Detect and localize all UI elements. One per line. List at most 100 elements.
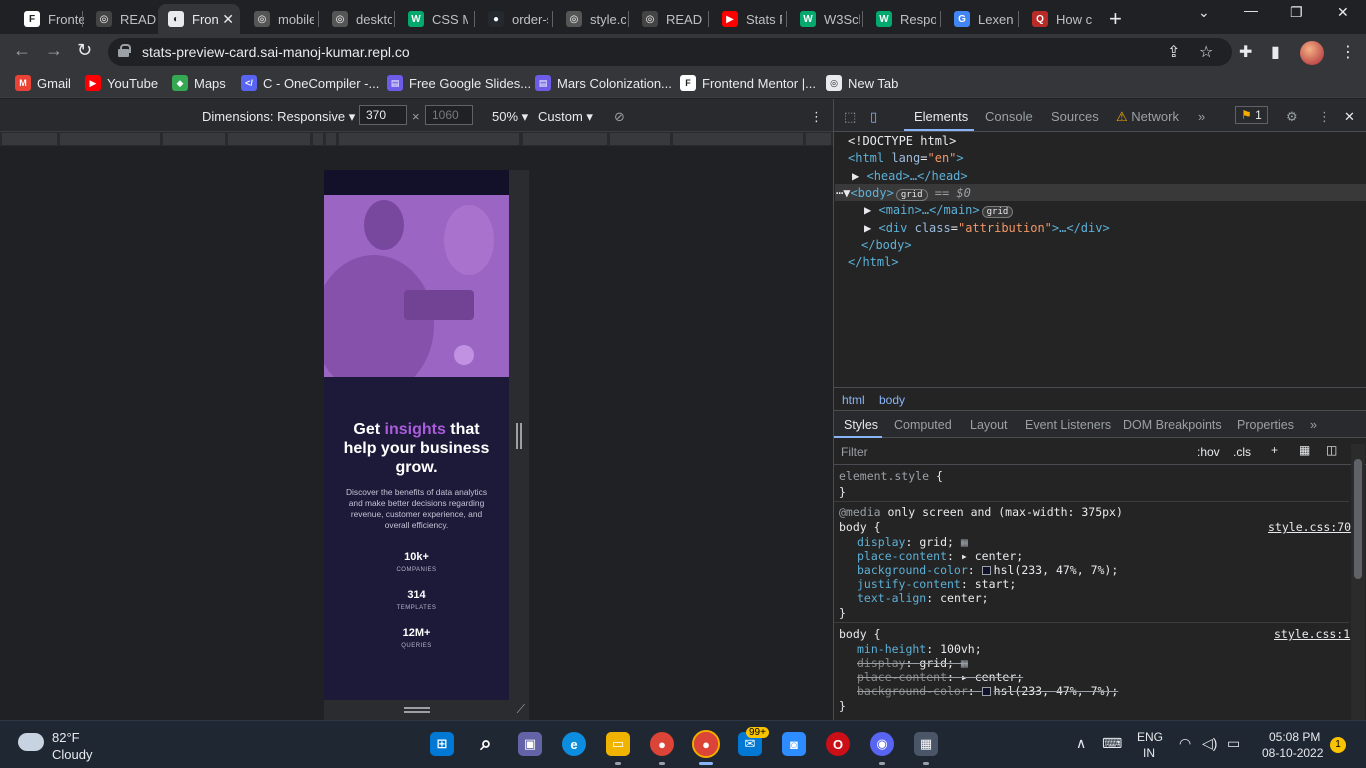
grid-editor-icon[interactable]: ▦: [954, 535, 968, 549]
css-declaration[interactable]: place-content: ▸ center;: [857, 670, 1023, 684]
resize-handle-bottom[interactable]: ⟋: [324, 700, 529, 720]
body-selector[interactable]: body {: [839, 520, 881, 534]
css-declaration[interactable]: place-content: ▸ center;: [857, 549, 1023, 563]
tab-styles[interactable]: Styles: [844, 418, 878, 432]
style-source-link[interactable]: style.css:1: [1274, 627, 1350, 641]
bookmark-star-icon[interactable]: ☆: [1199, 42, 1213, 62]
browser-tab[interactable]: ◎ mobile: [244, 4, 320, 34]
css-declaration[interactable]: background-color: hsl(233, 47%, 7%);: [857, 563, 1118, 577]
dom-main[interactable]: ▶ <main>…</main> grid: [864, 203, 1014, 218]
chrome-profile-icon[interactable]: ●: [692, 730, 720, 758]
browser-tab[interactable]: ◎ README: [86, 4, 162, 34]
bookmark-item[interactable]: M Gmail: [15, 75, 71, 91]
css-declaration[interactable]: text-align: center;: [857, 591, 989, 605]
menu-kebab-icon[interactable]: ⋮: [1340, 42, 1356, 62]
tray-chevron-icon[interactable]: ∧: [1076, 735, 1086, 752]
notification-badge[interactable]: 1: [1330, 737, 1346, 753]
tab-elements[interactable]: Elements: [914, 109, 968, 124]
grid-badge[interactable]: grid: [895, 189, 928, 201]
calculator-icon[interactable]: ▦: [914, 732, 938, 756]
language-label[interactable]: ENG: [1137, 730, 1163, 744]
resize-corner-icon[interactable]: ⟋: [517, 702, 525, 717]
color-swatch[interactable]: [981, 566, 991, 575]
edge-icon[interactable]: e: [562, 732, 586, 756]
inspect-element-icon[interactable]: ⬚: [844, 109, 856, 125]
browser-tab[interactable]: W CSS Ma: [398, 4, 474, 34]
grid-badge[interactable]: grid: [981, 206, 1014, 218]
element-style-rule[interactable]: element.style {: [839, 469, 943, 483]
minimize-button[interactable]: —: [1244, 2, 1258, 18]
profile-avatar[interactable]: [1300, 41, 1324, 65]
close-devtools-icon[interactable]: ✕: [1344, 109, 1355, 125]
css-declaration[interactable]: display: grid; ▦: [857, 535, 968, 549]
browser-tab[interactable]: ▶ Stats Pr: [712, 4, 788, 34]
grid-editor-icon[interactable]: ▦: [954, 656, 968, 670]
dom-attribution-div[interactable]: ▶ <div class="attribution">…</div>: [864, 221, 1110, 235]
tab-dom-breakpoints[interactable]: DOM Breakpoints: [1123, 418, 1222, 432]
hov-toggle[interactable]: :hov: [1197, 445, 1220, 459]
keyboard-icon[interactable]: ⌨: [1102, 735, 1122, 752]
color-swatch[interactable]: [981, 687, 991, 696]
bookmark-item[interactable]: ▤ Mars Colonization...: [535, 75, 672, 91]
battery-icon[interactable]: ▭: [1227, 735, 1240, 752]
close-window-button[interactable]: ✕: [1337, 4, 1349, 21]
paint-icon[interactable]: ▦: [1299, 443, 1310, 457]
toggle-sidebar-icon[interactable]: ◫: [1326, 443, 1337, 457]
new-rule-icon[interactable]: +: [1271, 443, 1278, 457]
browser-tab[interactable]: F Frontend: [14, 4, 90, 34]
more-subtabs-icon[interactable]: »: [1310, 418, 1317, 432]
body-selector[interactable]: body {: [839, 627, 881, 641]
zoom-icon[interactable]: ◙: [782, 732, 806, 756]
tab-network[interactable]: ⚠ Network: [1116, 109, 1179, 125]
css-declaration[interactable]: background-color: hsl(233, 47%, 7%);: [857, 684, 1118, 698]
style-source-link[interactable]: style.css:70: [1268, 520, 1351, 534]
css-declaration[interactable]: display: grid; ▦: [857, 656, 968, 670]
clock-time[interactable]: 05:08 PM: [1269, 730, 1320, 744]
bookmark-item[interactable]: ◆ Maps: [172, 75, 226, 91]
dimensions-dropdown[interactable]: Dimensions: Responsive ▾: [202, 109, 355, 125]
breadcrumb-html[interactable]: html: [842, 393, 865, 407]
more-tabs-icon[interactable]: »: [1198, 109, 1205, 124]
width-input[interactable]: 370: [359, 105, 407, 125]
breadcrumb-body[interactable]: body: [879, 393, 905, 407]
forward-button[interactable]: →: [45, 40, 63, 61]
browser-tab[interactable]: W W3Sch: [790, 4, 866, 34]
browser-tab[interactable]: ◎ style.css: [556, 4, 632, 34]
browser-tab[interactable]: W Respon: [866, 4, 942, 34]
css-declaration[interactable]: justify-content: start;: [857, 577, 1016, 591]
bookmark-item[interactable]: ◎ New Tab: [826, 75, 898, 91]
browser-tab[interactable]: Q How ca: [1022, 4, 1098, 34]
back-button[interactable]: ←: [13, 40, 31, 61]
tab-console[interactable]: Console: [985, 109, 1033, 124]
side-panel-icon[interactable]: ▮: [1271, 42, 1280, 62]
address-bar[interactable]: stats-preview-card.sai-manoj-kumar.repl.…: [108, 38, 1232, 66]
media-query-bar[interactable]: [0, 132, 833, 146]
reload-button[interactable]: ↻: [77, 40, 92, 61]
dom-body[interactable]: ⋯▼<body> grid == $0: [836, 186, 971, 201]
browser-tab[interactable]: ◎ desktop: [322, 4, 398, 34]
cls-toggle[interactable]: .cls: [1233, 445, 1251, 459]
bookmark-item[interactable]: </ C - OneCompiler -...: [241, 75, 379, 91]
search-icon[interactable]: ⌕: [474, 732, 498, 756]
clock-date[interactable]: 08-10-2022: [1262, 746, 1323, 760]
opera-icon[interactable]: O: [826, 732, 850, 756]
new-tab-button[interactable]: +: [1109, 6, 1122, 32]
settings-gear-icon[interactable]: ⚙: [1286, 109, 1298, 125]
browser-tab[interactable]: G Lexend: [944, 4, 1020, 34]
restore-button[interactable]: ❐: [1290, 4, 1303, 21]
tab-properties[interactable]: Properties: [1237, 418, 1294, 432]
bookmark-item[interactable]: ▶ YouTube: [85, 75, 158, 91]
bookmark-item[interactable]: ▤ Free Google Slides...: [387, 75, 531, 91]
throttle-dropdown[interactable]: Custom ▾: [538, 109, 593, 125]
tab-layout[interactable]: Layout: [970, 418, 1008, 432]
rotate-icon[interactable]: ⊘: [614, 109, 625, 125]
volume-icon[interactable]: ◁): [1202, 735, 1217, 752]
browser-tab[interactable]: ◐ Frontend✕: [158, 4, 240, 34]
device-toggle-icon[interactable]: ▯: [870, 109, 877, 125]
share-icon[interactable]: ⇪: [1167, 42, 1180, 62]
region-label[interactable]: IN: [1143, 746, 1155, 760]
styles-scrollbar[interactable]: [1351, 444, 1365, 720]
dom-head[interactable]: ▶ <head>…</head>: [852, 169, 968, 183]
weather-desc[interactable]: Cloudy: [52, 747, 92, 762]
devtools-menu-kebab-icon[interactable]: ⋮: [1318, 109, 1331, 125]
